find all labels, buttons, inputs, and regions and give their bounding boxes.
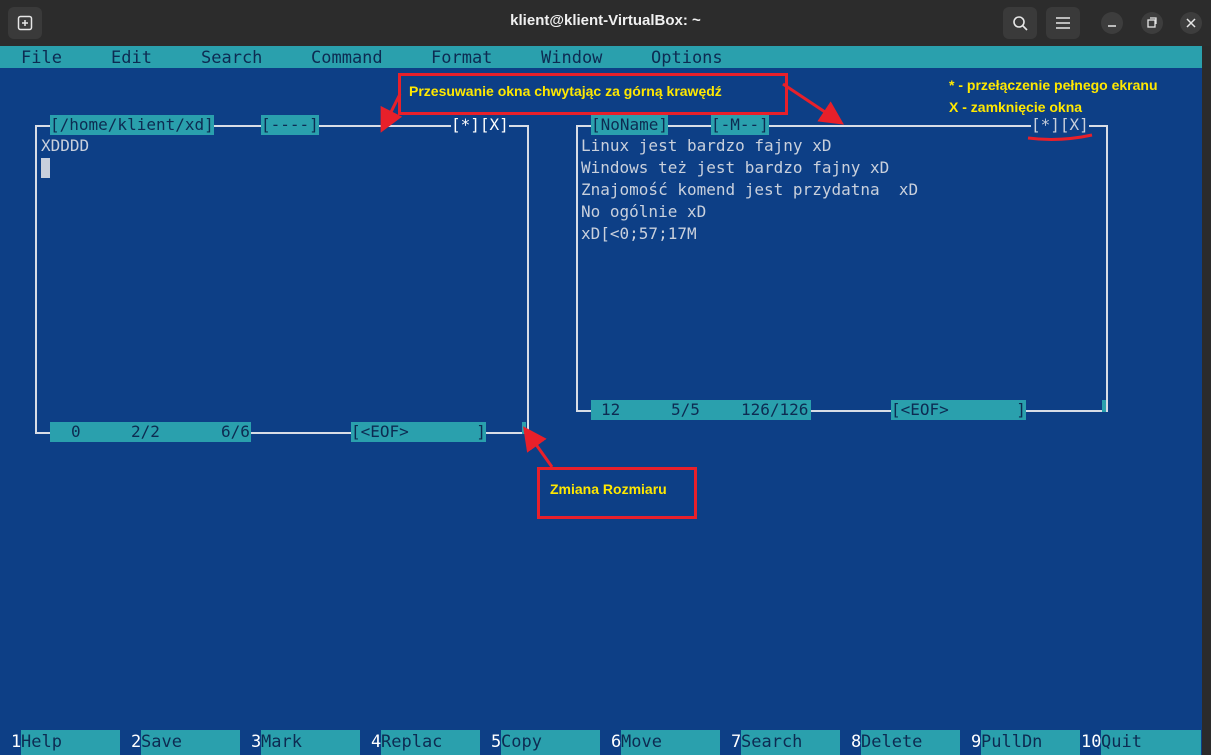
fkey-num: 5 bbox=[491, 732, 502, 752]
fkey-pulldown[interactable]: PullDn bbox=[981, 730, 1080, 755]
terminal-edge bbox=[1202, 46, 1211, 755]
fkey-num: 1 bbox=[11, 732, 22, 752]
fkey-copy[interactable]: Copy bbox=[501, 730, 600, 755]
function-key-bar: 1 Help 2 Save 3 Mark 4 Replac 5 Copy 6 M… bbox=[0, 730, 1202, 755]
fkey-search[interactable]: Search bbox=[741, 730, 840, 755]
fkey-num: 4 bbox=[371, 732, 382, 752]
fkey-quit[interactable]: Quit bbox=[1101, 730, 1201, 755]
minimize-button[interactable] bbox=[1101, 12, 1123, 34]
fkey-num: 2 bbox=[131, 732, 142, 752]
window-titlebar: klient@klient-VirtualBox: ~ bbox=[0, 0, 1211, 46]
search-button[interactable] bbox=[1003, 7, 1037, 39]
arrow-to-right-border bbox=[782, 82, 844, 125]
annotation-arrows bbox=[380, 82, 1093, 468]
fkey-num: 7 bbox=[731, 732, 742, 752]
minimize-icon bbox=[1108, 25, 1116, 27]
terminal[interactable]: File Edit Search Command Format Window O… bbox=[0, 46, 1202, 755]
close-icon bbox=[1186, 18, 1196, 28]
underline-controls bbox=[1027, 133, 1093, 141]
hamburger-menu-button[interactable] bbox=[1046, 7, 1080, 39]
fkey-delete[interactable]: Delete bbox=[861, 730, 960, 755]
fkey-mark[interactable]: Mark bbox=[261, 730, 360, 755]
fkey-num: 9 bbox=[971, 732, 982, 752]
fkey-move[interactable]: Move bbox=[621, 730, 720, 755]
maximize-button[interactable] bbox=[1141, 12, 1163, 34]
search-icon bbox=[1013, 16, 1028, 31]
arrow-to-resize-handle bbox=[523, 426, 554, 468]
fkey-num: 10 bbox=[1081, 732, 1102, 752]
fkey-replace[interactable]: Replac bbox=[381, 730, 480, 755]
arrow-to-left-border bbox=[380, 93, 403, 133]
fkey-save[interactable]: Save bbox=[141, 730, 240, 755]
fkey-num: 6 bbox=[611, 732, 622, 752]
fkey-num: 3 bbox=[251, 732, 262, 752]
restore-icon bbox=[1147, 17, 1157, 28]
fkey-num: 8 bbox=[851, 732, 862, 752]
hamburger-icon bbox=[1056, 17, 1070, 29]
close-button[interactable] bbox=[1180, 12, 1202, 34]
fkey-help[interactable]: Help bbox=[21, 730, 120, 755]
